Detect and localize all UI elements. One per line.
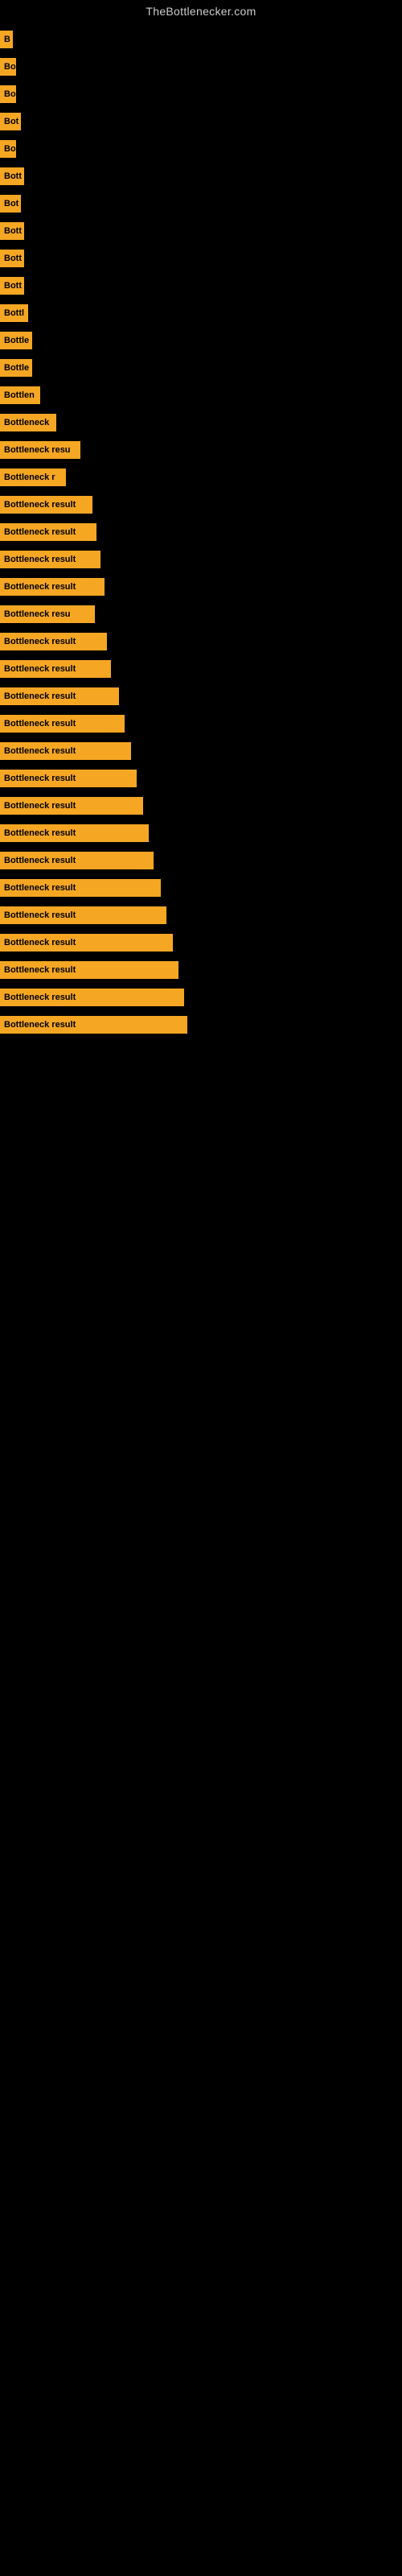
list-item: Bo xyxy=(0,80,402,108)
list-item: Bottleneck result xyxy=(0,655,402,683)
bottleneck-label[interactable]: B xyxy=(0,31,13,48)
list-item: Bottleneck result xyxy=(0,956,402,984)
bottleneck-label[interactable]: Bottleneck result xyxy=(0,1016,187,1034)
list-item: Bott xyxy=(0,217,402,245)
bottleneck-label[interactable]: Bottle xyxy=(0,332,32,349)
bottleneck-label[interactable]: Bo xyxy=(0,140,16,158)
list-item: Bottleneck result xyxy=(0,984,402,1011)
list-item: Bottleneck result xyxy=(0,902,402,929)
list-item: Bottleneck result xyxy=(0,518,402,546)
bottleneck-label[interactable]: Bottleneck result xyxy=(0,551,100,568)
bottleneck-label[interactable]: Bott xyxy=(0,277,24,295)
bottleneck-label[interactable]: Bottlen xyxy=(0,386,40,404)
bottleneck-label[interactable]: Bott xyxy=(0,250,24,267)
bottleneck-label[interactable]: Bottleneck resu xyxy=(0,605,95,623)
bottleneck-label[interactable]: Bottleneck result xyxy=(0,906,166,924)
bottleneck-label[interactable]: Bot xyxy=(0,113,21,130)
list-item: Bottle xyxy=(0,354,402,382)
bottleneck-label[interactable]: Bottleneck result xyxy=(0,879,161,897)
bottleneck-label[interactable]: Bottleneck result xyxy=(0,578,105,596)
list-item: Bottle xyxy=(0,327,402,354)
bottleneck-label[interactable]: Bottleneck result xyxy=(0,715,125,733)
bottleneck-label[interactable]: Bottle xyxy=(0,359,32,377)
list-item: Bottleneck result xyxy=(0,628,402,655)
list-item: Bottleneck result xyxy=(0,792,402,819)
bottleneck-label[interactable]: Bo xyxy=(0,58,16,76)
list-item: Bottleneck r xyxy=(0,464,402,491)
list-item: Bott xyxy=(0,272,402,299)
list-item: Bottleneck result xyxy=(0,546,402,573)
bottleneck-label[interactable]: Bottleneck result xyxy=(0,633,107,650)
list-item: Bot xyxy=(0,108,402,135)
bottleneck-label[interactable]: Bottleneck result xyxy=(0,852,154,869)
list-item: Bottleneck resu xyxy=(0,436,402,464)
list-item: Bottleneck xyxy=(0,409,402,436)
bottleneck-label[interactable]: Bottleneck result xyxy=(0,496,92,514)
bottleneck-label[interactable]: Bo xyxy=(0,85,16,103)
list-item: Bottleneck result xyxy=(0,1011,402,1038)
list-item: Bott xyxy=(0,245,402,272)
list-item: Bottleneck result xyxy=(0,737,402,765)
bottleneck-label[interactable]: Bottleneck result xyxy=(0,660,111,678)
list-item: Bot xyxy=(0,190,402,217)
bottleneck-label[interactable]: Bottleneck result xyxy=(0,523,96,541)
list-item: Bott xyxy=(0,163,402,190)
list-item: Bo xyxy=(0,135,402,163)
list-item: Bottleneck result xyxy=(0,929,402,956)
bottleneck-label[interactable]: Bot xyxy=(0,195,21,213)
list-item: Bottleneck result xyxy=(0,683,402,710)
list-item: Bottleneck resu xyxy=(0,601,402,628)
list-item: Bottleneck result xyxy=(0,874,402,902)
list-item: B xyxy=(0,26,402,53)
list-item: Bottleneck result xyxy=(0,819,402,847)
bottleneck-label[interactable]: Bottleneck xyxy=(0,414,56,431)
bottleneck-label[interactable]: Bottleneck result xyxy=(0,934,173,952)
list-item: Bottleneck result xyxy=(0,710,402,737)
bottleneck-label[interactable]: Bottleneck result xyxy=(0,824,149,842)
list-item: Bo xyxy=(0,53,402,80)
bottleneck-label[interactable]: Bott xyxy=(0,167,24,185)
list-item: Bottl xyxy=(0,299,402,327)
bottleneck-label[interactable]: Bottleneck resu xyxy=(0,441,80,459)
bottleneck-label[interactable]: Bottleneck result xyxy=(0,797,143,815)
list-item: Bottlen xyxy=(0,382,402,409)
bottleneck-label[interactable]: Bottleneck result xyxy=(0,961,178,979)
list-item: Bottleneck result xyxy=(0,491,402,518)
bottleneck-label[interactable]: Bottleneck r xyxy=(0,469,66,486)
bottleneck-label[interactable]: Bottl xyxy=(0,304,28,322)
list-item: Bottleneck result xyxy=(0,765,402,792)
bottleneck-label[interactable]: Bottleneck result xyxy=(0,989,184,1006)
list-item: Bottleneck result xyxy=(0,573,402,601)
bottleneck-label[interactable]: Bott xyxy=(0,222,24,240)
bottleneck-label[interactable]: Bottleneck result xyxy=(0,687,119,705)
list-item: Bottleneck result xyxy=(0,847,402,874)
site-title: TheBottlenecker.com xyxy=(0,0,402,26)
bottleneck-label[interactable]: Bottleneck result xyxy=(0,770,137,787)
bottleneck-label[interactable]: Bottleneck result xyxy=(0,742,131,760)
